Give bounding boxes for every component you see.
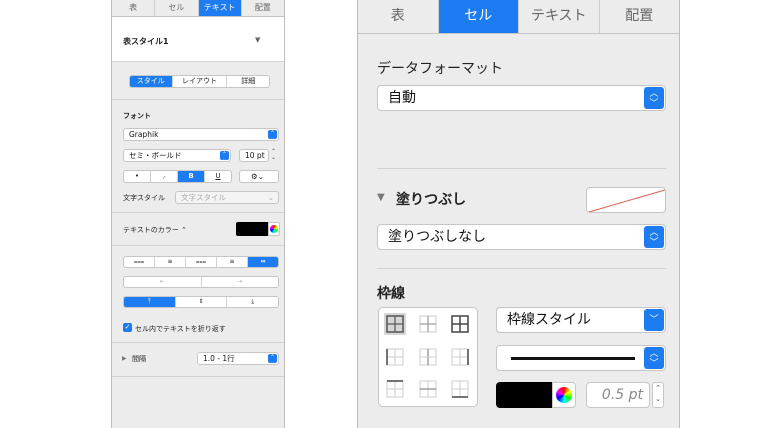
- data-format-label: データフォーマット: [377, 61, 503, 77]
- font-size-value: 10 pt: [245, 151, 265, 160]
- char-style-label: 文字スタイル: [123, 194, 165, 202]
- valign-middle-icon[interactable]: ⇕: [176, 297, 228, 307]
- spacing-select[interactable]: 1.0 - 1行 ⌃ ⌄: [197, 352, 279, 366]
- inspector-tabs: 表 セル テキスト 配置: [358, 0, 679, 34]
- font-family-select[interactable]: Graphik ⌃ ⌄: [123, 128, 279, 142]
- increase-indent-icon[interactable]: ⇥: [202, 277, 279, 287]
- tab-cell[interactable]: セル: [438, 0, 519, 33]
- text-color-label: テキストのカラー ⌃: [123, 226, 187, 234]
- font-weight-select[interactable]: セミ・ボールド ⌃ ⌄: [123, 149, 231, 163]
- align-center-icon[interactable]: ≡: [155, 257, 186, 267]
- border-top-icon[interactable]: [384, 378, 406, 400]
- font-label: フォント: [123, 112, 151, 120]
- stepper-icon: ⌃ ⌄: [268, 130, 277, 142]
- align-right-icon[interactable]: ⩶: [186, 257, 217, 267]
- align-left-icon[interactable]: ⩶: [124, 257, 155, 267]
- tab-arrange[interactable]: 配置: [242, 0, 284, 16]
- border-inner-icon[interactable]: [417, 313, 439, 335]
- font-weight-value: セミ・ボールド: [129, 151, 182, 160]
- border-position-grid: [378, 307, 478, 407]
- font-size-stepper[interactable]: ⌃ ⌄: [271, 149, 276, 161]
- spacing-label: 間隔: [132, 355, 146, 363]
- format-sidebar-cell: 表 セル テキスト 配置 データフォーマット 自動 ︿ ﹀ ▼ 塗りつぶし 塗りつぶ…: [357, 0, 680, 428]
- tab-arrange[interactable]: 配置: [600, 0, 680, 33]
- stepper-icon: ︿ ﹀: [644, 226, 664, 248]
- stepper-icon: ⌃ ⌄: [220, 151, 229, 163]
- border-width-value: 0.5 pt: [601, 387, 643, 403]
- border-style-select[interactable]: 枠線スタイル ﹀: [496, 307, 666, 333]
- data-format-value: 自動: [388, 90, 416, 106]
- fill-color-well[interactable]: [586, 187, 666, 213]
- inspector-tabs: 表 セル テキスト 配置: [112, 0, 284, 17]
- char-style-select[interactable]: 文字スタイル ⌄: [175, 191, 279, 204]
- text-options-gear-icon[interactable]: ⚙⌄: [239, 170, 279, 183]
- border-bottom-icon[interactable]: [449, 378, 471, 400]
- border-width-field[interactable]: 0.5 pt: [586, 382, 650, 408]
- text-style-buttons: • ⸝ B U: [123, 170, 232, 183]
- fill-label: 塗りつぶし: [396, 192, 467, 208]
- vertical-align-segment: ⤒ ⇕ ⤓: [123, 296, 279, 308]
- italic-button[interactable]: ⸝: [151, 171, 178, 182]
- stepper-icon: ︿ ﹀: [644, 87, 664, 109]
- border-left-icon[interactable]: [384, 346, 406, 368]
- decrease-indent-icon[interactable]: ⇤: [124, 277, 202, 287]
- no-fill-icon: [588, 189, 665, 212]
- border-line-select[interactable]: ︿ ﹀: [496, 345, 666, 371]
- chevron-down-icon: ﹀: [644, 309, 664, 331]
- bullet-button[interactable]: •: [124, 171, 151, 182]
- text-color-swatch[interactable]: [236, 222, 268, 236]
- font-size-field[interactable]: 10 pt: [239, 149, 269, 162]
- subtab-layout[interactable]: レイアウト: [173, 76, 228, 87]
- tab-text[interactable]: テキスト: [198, 0, 242, 16]
- border-horizontal-icon[interactable]: [417, 378, 439, 400]
- wrap-text-checkbox[interactable]: ✓: [123, 323, 132, 332]
- wrap-text-label: セル内でテキストを折り返す: [135, 325, 226, 333]
- border-outer-icon[interactable]: [449, 313, 471, 335]
- stepper-icon: ⌃ ⌄: [268, 354, 277, 366]
- font-family-value: Graphik: [129, 130, 159, 139]
- bold-button[interactable]: B: [178, 171, 205, 182]
- align-auto-icon[interactable]: ⇹: [248, 257, 278, 267]
- fill-type-value: 塗りつぶしなし: [388, 229, 487, 245]
- tab-table[interactable]: 表: [112, 0, 156, 16]
- subtab-segment: スタイル レイアウト 詳細: [129, 75, 270, 88]
- tab-text[interactable]: テキスト: [519, 0, 600, 33]
- color-wheel-icon[interactable]: [552, 382, 576, 408]
- subtab-style[interactable]: スタイル: [130, 76, 173, 87]
- valign-top-icon[interactable]: ⤒: [124, 297, 176, 307]
- subtab-detail[interactable]: 詳細: [227, 76, 269, 87]
- data-format-select[interactable]: 自動 ︿ ﹀: [377, 85, 666, 111]
- style-name: 表スタイル1: [123, 37, 169, 46]
- tab-table[interactable]: 表: [358, 0, 439, 33]
- align-justify-icon[interactable]: ≡: [217, 257, 248, 267]
- char-style-value: 文字スタイル: [181, 193, 226, 202]
- tab-cell[interactable]: セル: [155, 0, 199, 16]
- indent-segment: ⇤ ⇥: [123, 276, 279, 288]
- disclosure-triangle-icon[interactable]: ▶: [122, 355, 127, 362]
- border-label: 枠線: [377, 286, 405, 302]
- border-right-icon[interactable]: [449, 346, 471, 368]
- chevron-down-icon: ⌄: [267, 193, 274, 202]
- spacing-value: 1.0 - 1行: [203, 354, 235, 363]
- disclosure-triangle-icon[interactable]: ▼: [377, 192, 385, 203]
- underline-button[interactable]: U: [205, 171, 231, 182]
- border-style-value: 枠線スタイル: [507, 312, 591, 328]
- valign-bottom-icon[interactable]: ⤓: [227, 297, 278, 307]
- style-header[interactable]: 表スタイル1 ▼: [112, 17, 284, 61]
- color-wheel-icon[interactable]: [268, 222, 280, 236]
- chevron-down-icon[interactable]: ▼: [255, 36, 260, 44]
- stepper-icon: ︿ ﹀: [644, 347, 664, 369]
- border-color-swatch[interactable]: [496, 382, 552, 408]
- line-preview: [511, 357, 635, 360]
- border-vertical-icon[interactable]: [417, 346, 439, 368]
- format-sidebar-text: 表 セル テキスト 配置 表スタイル1 ▼ スタイル レイアウト 詳細 フォント…: [111, 0, 285, 428]
- horizontal-align-segment: ⩶ ≡ ⩶ ≡ ⇹: [123, 256, 279, 268]
- border-width-stepper[interactable]: ⌃ ⌄: [652, 382, 664, 408]
- fill-type-select[interactable]: 塗りつぶしなし ︿ ﹀: [377, 224, 666, 250]
- border-all-icon[interactable]: [384, 313, 406, 335]
